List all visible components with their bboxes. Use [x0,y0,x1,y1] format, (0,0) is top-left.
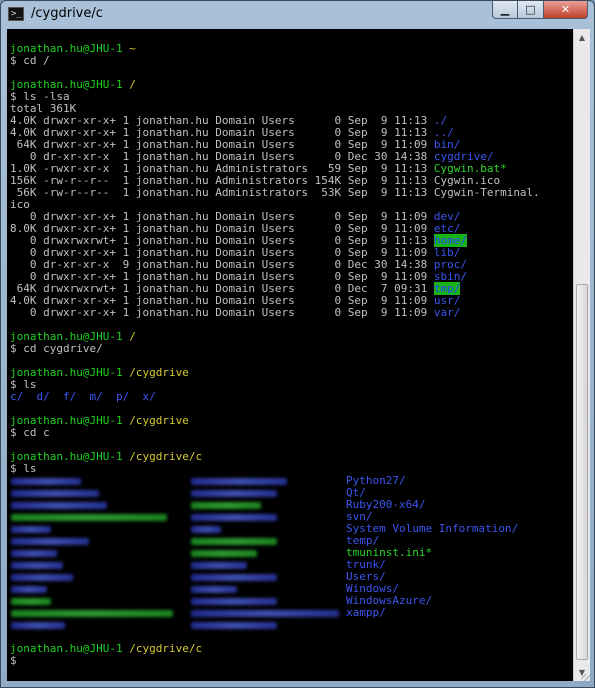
listing-name: Cygwin-Terminal. [433,186,540,199]
drive-entry: d/ [36,390,50,403]
redacted-entry [191,478,287,485]
redacted-entry [11,514,167,521]
drive-entry: c/ [10,390,24,403]
maximize-icon: □ [525,3,536,16]
command-line: $ cd c [10,427,50,439]
drive-entry: m/ [89,390,103,403]
triangle-up-icon: ▲ [578,33,586,42]
redacted-entry [11,478,81,485]
redacted-entry [11,490,99,497]
prompt-symbol: $ [10,462,17,475]
title-bar[interactable]: >_ /cygdrive/c ▁ □ ✕ [1,1,594,27]
scroll-up-button[interactable]: ▲ [574,29,590,46]
redacted-entry [191,598,277,605]
prompt-symbol: $ [10,342,17,355]
redacted-entry [11,574,73,581]
redacted-entry [11,502,107,509]
command-text: cd cygdrive/ [23,342,103,355]
prompt-path: /cygdrive/c [129,642,203,655]
redacted-entry [11,526,51,533]
terminal-window: >_ /cygdrive/c ▁ □ ✕ jonathan.hu@JHU-1 ~… [0,0,595,688]
redacted-entry [191,490,277,497]
maximize-button[interactable]: □ [518,1,544,19]
redacted-entry [191,538,277,545]
drive-entry: p/ [116,390,130,403]
vertical-scrollbar[interactable]: ▲ ▼ [573,29,590,681]
redacted-entry [191,550,257,557]
command-line: $ cd cygdrive/ [10,343,103,355]
redacted-entry [191,502,261,509]
prompt-path: / [129,330,136,343]
terminal-client-area: jonathan.hu@JHU-1 ~ $ cd / jonathan.hu@J… [7,29,590,681]
drive-entry: x/ [142,390,156,403]
prompt-path: /cygdrive [129,366,189,379]
prompt-symbol: $ [10,654,17,667]
listing-name: var/ [433,306,461,319]
redacted-entry [11,622,65,629]
prompt-line: jonathan.hu@JHU-1 /cygdrive/c [10,643,202,655]
command-text: ls [23,462,37,475]
ls-output: c/ d/ f/ m/ p/ x/ [10,391,156,403]
prompt-symbol: $ [10,54,17,67]
resize-grip[interactable] [581,674,593,686]
command-line: $ ls [10,463,37,475]
prompt-line: jonathan.hu@JHU-1 /cygdrive [10,367,189,379]
redacted-entry [191,514,277,521]
window-title: /cygdrive/c [31,6,103,21]
redacted-entry [191,526,221,533]
redacted-entry [11,610,173,617]
minimize-icon: ▁ [500,3,510,16]
scroll-thumb[interactable] [576,284,588,660]
prompt-path: ~ [129,42,136,55]
prompt-path: /cygdrive/c [129,450,203,463]
redacted-entry [11,538,89,545]
redacted-entry [191,574,277,581]
close-icon: ✕ [560,3,571,16]
command-text: cd / [23,54,50,67]
redacted-entry [191,610,339,617]
redacted-entry [11,586,47,593]
prompt-path: /cygdrive [129,414,189,427]
window-controls: ▁ □ ✕ [492,1,588,20]
prompt-path: / [129,78,136,91]
command-line: $ cd / [10,55,50,67]
drive-entry: f/ [63,390,77,403]
close-button[interactable]: ✕ [544,1,588,19]
redacted-entry [191,586,237,593]
listing-row: 0 drwxr-xr-x+ 1 jonathan.hu Domain Users… [10,307,460,319]
redacted-entry [191,622,277,629]
redacted-entry [11,598,51,605]
command-text: cd c [23,426,50,439]
redacted-entry [191,562,247,569]
prompt-line: jonathan.hu@JHU-1 /cygdrive/c [10,451,202,463]
cygwin-terminal-icon[interactable]: >_ [8,7,24,21]
redacted-entry [11,550,57,557]
listing-meta: 56K -rw-r--r-- 1 jonathan.hu Administrat… [10,186,434,199]
minimize-button[interactable]: ▁ [492,1,518,19]
command-line[interactable]: $ [10,655,23,667]
prompt-symbol: $ [10,426,17,439]
listing-name: xampp/ [346,606,386,619]
listing-meta: 0 drwxr-xr-x+ 1 jonathan.hu Domain Users… [10,306,434,319]
redacted-entry [11,562,63,569]
terminal-output[interactable]: jonathan.hu@JHU-1 ~ $ cd / jonathan.hu@J… [7,29,573,681]
listing-row: 56K -rw-r--r-- 1 jonathan.hu Administrat… [10,187,540,199]
prompt-user: jonathan.hu@JHU-1 [10,642,123,655]
